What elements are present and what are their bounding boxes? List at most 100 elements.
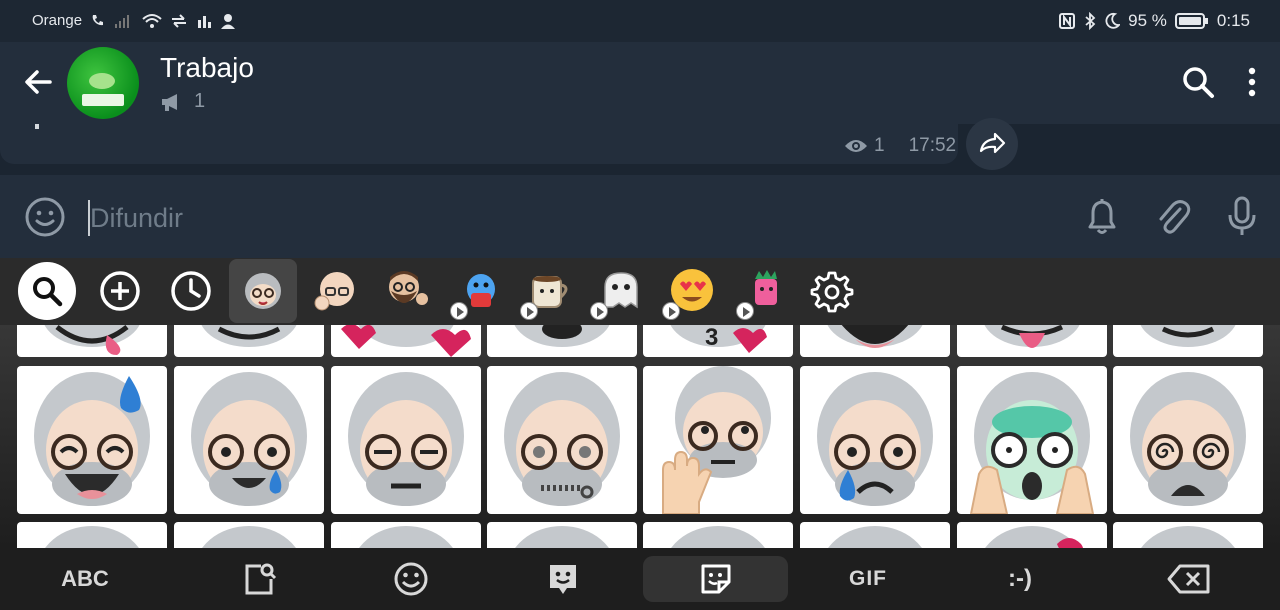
sticker-face-icon	[1130, 372, 1246, 506]
sticker-grid[interactable]: 3	[0, 325, 1280, 548]
animated-badge-icon	[662, 302, 680, 320]
sticker-keyboard-button[interactable]	[643, 556, 788, 602]
more-vertical-icon[interactable]	[1236, 64, 1268, 100]
sticker-face-icon: 3	[670, 325, 767, 353]
sticker-dizzy-eyes[interactable]	[1113, 366, 1263, 514]
sticker-cell[interactable]	[800, 522, 950, 548]
sticker-crying-sad[interactable]	[800, 366, 950, 514]
sticker-cell[interactable]	[174, 325, 324, 357]
sticker-sweat-laugh[interactable]	[17, 366, 167, 514]
sticker-face-icon	[828, 526, 922, 548]
sticker-cell[interactable]	[1113, 522, 1263, 548]
emoticon-button[interactable]: :-)	[990, 556, 1050, 602]
sticker-cell[interactable]	[487, 522, 637, 548]
sticker-face-icon	[662, 366, 771, 514]
sticker-pack-ghost-tab[interactable]	[590, 262, 648, 320]
battery-icon	[1174, 13, 1208, 29]
sticker-settings-tab[interactable]	[803, 262, 861, 320]
gif-button[interactable]: GIF	[838, 556, 898, 602]
sticker-face-icon	[985, 526, 1084, 548]
message-list[interactable]: 1 17:52	[0, 118, 1280, 175]
sticker-cell[interactable]	[957, 522, 1107, 548]
message-meta: 1 17:52	[844, 135, 956, 157]
sticker-cell[interactable]	[174, 522, 324, 548]
status-bar: Orange 95 % 0:15	[0, 0, 1280, 42]
sticker-face-icon	[341, 325, 471, 357]
avatar-logo-shape	[89, 73, 115, 89]
emoji-toggle-icon[interactable]	[24, 196, 66, 238]
sticker-cell[interactable]	[800, 325, 950, 357]
sticker-cell[interactable]: 3	[643, 325, 793, 357]
sticker-pack-pink-creature-tab[interactable]	[736, 262, 794, 320]
attach-paperclip-icon[interactable]	[1152, 195, 1192, 237]
microphone-icon[interactable]	[1222, 195, 1262, 237]
sticker-eyes-closed[interactable]	[331, 366, 481, 514]
emoji-keyboard-button[interactable]	[388, 556, 434, 602]
sticker-face-icon	[969, 372, 1095, 514]
sticker-zipped-mouth[interactable]	[487, 366, 637, 514]
sticker-face-icon	[671, 526, 765, 548]
sticker-pack-grandpa-tab[interactable]	[229, 259, 297, 323]
backspace-button[interactable]	[1162, 556, 1216, 602]
message-input[interactable]: Difundir	[90, 203, 183, 234]
signal-icon	[115, 14, 130, 28]
bitmoji-button[interactable]	[540, 556, 586, 602]
sticker-face-icon	[817, 372, 933, 506]
bluetooth-icon	[1085, 12, 1096, 30]
sticker-hand-raised-eyeroll[interactable]	[643, 366, 793, 514]
message-text-fragment	[35, 124, 39, 129]
animated-badge-icon	[520, 302, 538, 320]
channel-title[interactable]: Trabajo	[160, 52, 254, 84]
sticker-pack-tabs	[0, 258, 1280, 325]
sticker-face-icon	[202, 526, 296, 548]
message-bubble[interactable]: 1 17:52	[0, 124, 958, 164]
sticker-face-icon	[515, 526, 609, 548]
sticker-pack-coffee-cup-tab[interactable]	[520, 262, 578, 320]
bearded-man-face-icon	[389, 271, 428, 305]
sticker-search-tab[interactable]	[18, 262, 76, 320]
sticker-cell[interactable]	[487, 325, 637, 357]
sticker-pack-bald-man-tab[interactable]	[306, 262, 364, 320]
sticker-crying-smile[interactable]	[174, 366, 324, 514]
sticker-face-icon	[45, 526, 139, 548]
sticker-cell[interactable]	[331, 325, 481, 357]
view-count: 1	[874, 135, 885, 156]
sticker-icon	[701, 564, 730, 594]
animated-badge-icon	[450, 302, 468, 320]
wifi-icon	[142, 13, 162, 28]
search-icon[interactable]	[1180, 64, 1216, 100]
sticker-face-icon	[359, 526, 453, 548]
share-arrow-icon	[979, 132, 1006, 154]
bell-icon[interactable]	[1082, 195, 1122, 237]
back-arrow-icon[interactable]	[20, 64, 56, 100]
backspace-icon	[1167, 564, 1210, 594]
sticker-cell[interactable]	[17, 325, 167, 357]
screen: Orange 95 % 0:15 Trabajo 1 1 17:52 Difun…	[0, 0, 1280, 610]
sticker-pack-blue-bird-tab[interactable]	[450, 262, 508, 320]
sticker-cell[interactable]	[331, 522, 481, 548]
battery-percent: 95 %	[1128, 11, 1167, 30]
sticker-pack-bearded-man-tab[interactable]	[377, 262, 435, 320]
clipboard-button[interactable]	[236, 556, 282, 602]
sticker-cell[interactable]	[1113, 325, 1263, 357]
channel-avatar[interactable]	[67, 47, 139, 119]
sticker-face-icon	[984, 325, 1080, 348]
sticker-cell[interactable]	[643, 522, 793, 548]
bitmoji-icon	[550, 565, 576, 594]
add-sticker-tab[interactable]	[91, 262, 149, 320]
abc-keyboard-button[interactable]: ABC	[40, 556, 130, 602]
recent-stickers-tab[interactable]	[162, 262, 220, 320]
share-button[interactable]	[966, 118, 1018, 170]
sticker-pack-heart-eyes-tab[interactable]	[662, 262, 720, 320]
sticker-screaming-hands[interactable]	[957, 366, 1107, 514]
gear-icon	[810, 271, 854, 313]
sticker-cell[interactable]	[957, 325, 1107, 357]
message-time: 17:52	[908, 135, 957, 156]
sticker-cell[interactable]	[17, 522, 167, 548]
avatar-logo-banner	[82, 94, 124, 106]
grandpa-face-icon	[245, 273, 281, 309]
chat-header: Trabajo 1	[0, 42, 1280, 124]
clock-time: 0:15	[1216, 11, 1250, 30]
sticker-face-icon	[348, 372, 464, 506]
wifi-call-icon	[92, 14, 104, 25]
